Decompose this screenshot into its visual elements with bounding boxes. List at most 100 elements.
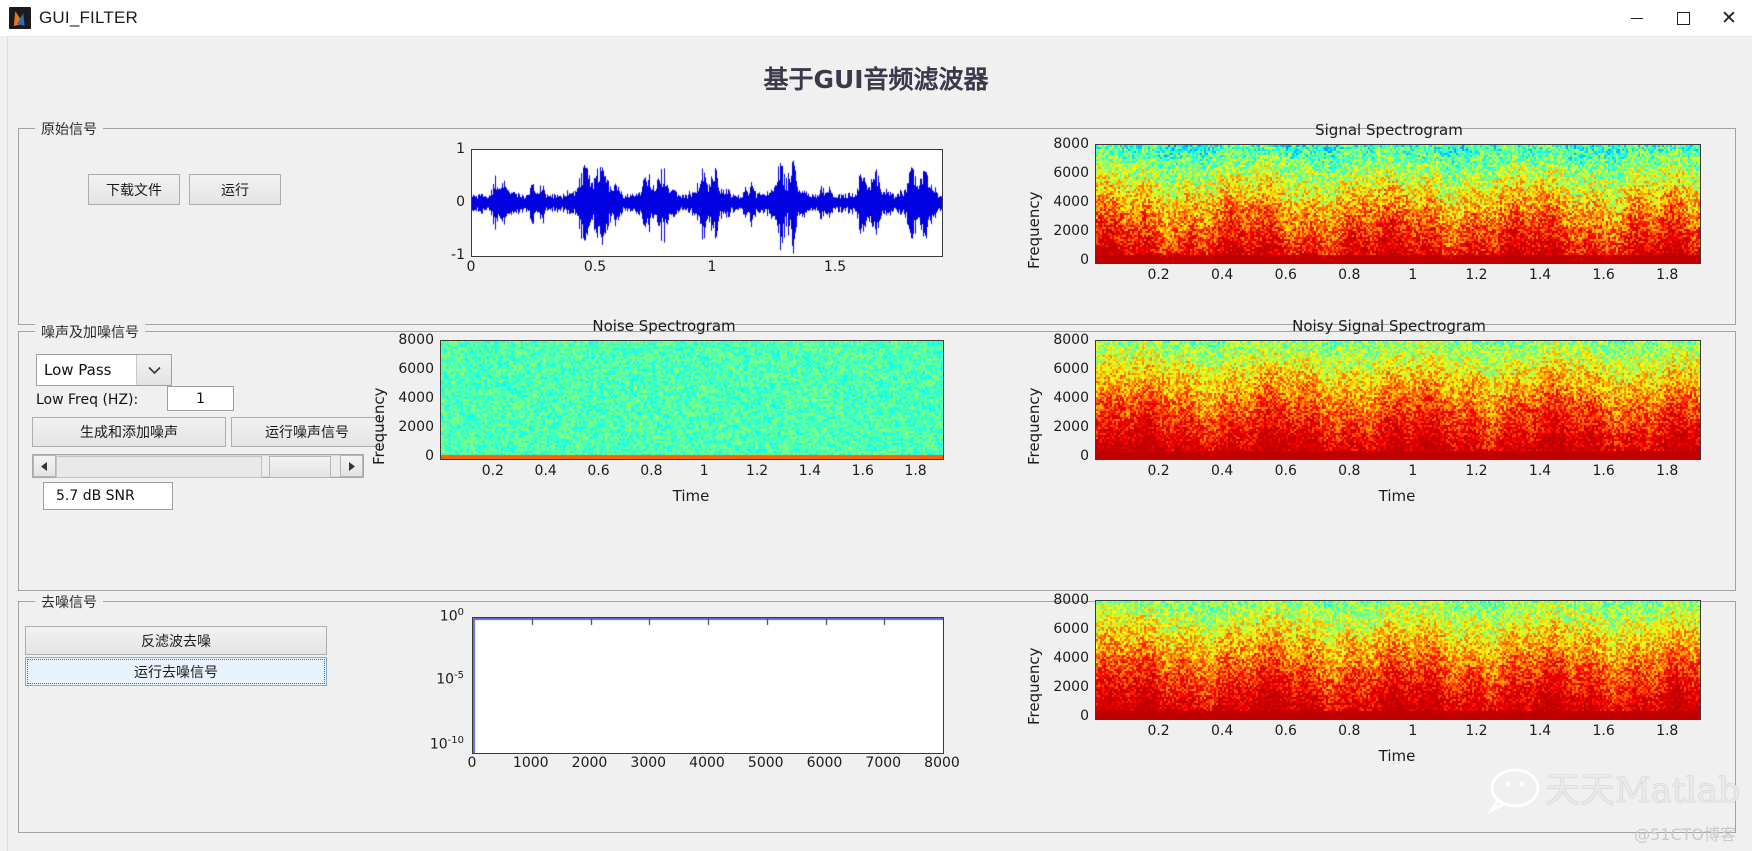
denoised-spec-xtick-1.2: 1.2 [1465,723,1488,739]
signal-spec-xtick-0.8: 0.8 [1338,267,1361,283]
noise-spec-xtick-1.6: 1.6 [851,463,874,479]
denoised-spec-xtick-0.8: 0.8 [1338,723,1361,739]
noise-spec-xtick-1.4: 1.4 [798,463,822,479]
waveform-xtick-05: 0.5 [583,259,607,275]
minimize-button[interactable] [1614,0,1660,36]
denoise-ytick-1e-5: 10-5 [436,670,464,688]
page-title: 基于GUI音频滤波器 [763,65,989,94]
brand-watermark: 天天Matlab [1545,771,1741,811]
slider-right-arrow-icon[interactable] [340,455,363,477]
window-title: GUI_FILTER [39,8,138,27]
generate-add-noise-button[interactable]: 生成和添加噪声 [32,417,226,447]
noisy-spec-ytick-2000: 2000 [1053,419,1089,435]
signal-spec-ytick-4000: 4000 [1053,194,1089,210]
filter-type-select[interactable]: Low Pass [36,354,172,386]
denoised-spec-xtick-1.6: 1.6 [1592,723,1615,739]
signal-spec-xtick-1: 1 [1408,267,1418,283]
noisy-signal-spectrogram-plot [1095,340,1701,460]
signal-spec-xtick-1.8: 1.8 [1656,267,1679,283]
signal-waveform-plot [471,149,943,257]
denoised-spec-ytick-2000: 2000 [1053,679,1089,695]
low-freq-input[interactable]: 1 [167,386,234,411]
signal-spec-xtick-0.6: 0.6 [1274,267,1297,283]
noise-spec-xtick-0.4: 0.4 [534,463,557,479]
denoise-xtick-6000: 6000 [806,755,843,771]
inverse-filter-denoise-button[interactable]: 反滤波去噪 [25,626,327,655]
waveform-ytick-0: 0 [456,194,465,210]
noisy-spec-xtick-0.4: 0.4 [1211,463,1234,479]
noisy-spec-xtick-0.2: 0.2 [1147,463,1170,479]
signal-spec-xtick-0.2: 0.2 [1147,267,1170,283]
noisy-spec-xtick-1: 1 [1408,463,1418,479]
noisy-spec-xtick-1.8: 1.8 [1656,463,1679,479]
denoise-magnitude-axes: 100 10-5 10-10 0 1000 2000 3000 4000 5000 6000… [419,557,979,787]
denoised-signal-spectrogram-axes: Frequency 8000 6000 4000 2000 0 0.2 0.4 0.… [1019,577,1719,792]
noisy-spec-ytick-0: 0 [1080,448,1089,464]
panel-original-signal-title: 原始信号 [35,119,103,139]
noise-spec-xtick-1.2: 1.2 [745,463,769,479]
noisy-spec-xtick-1.6: 1.6 [1592,463,1615,479]
denoise-xtick-5000: 5000 [747,755,784,771]
noisy-spec-xtick-0.8: 0.8 [1338,463,1361,479]
denoised-spec-xtick-1: 1 [1408,723,1418,739]
run-button[interactable]: 运行 [189,174,281,205]
snr-slider[interactable] [32,454,364,478]
panel-denoised-signal: 去噪信号 反滤波去噪 运行去噪信号 100 10-5 10-10 0 1000 20… [18,592,1736,833]
matlab-icon [9,7,31,29]
window-controls: ✕ [1614,0,1752,36]
signal-spec-xtick-1.4: 1.4 [1528,267,1552,283]
denoise-xtick-1000: 1000 [512,755,549,771]
run-noise-signal-button[interactable]: 运行噪声信号 [231,417,383,447]
waveform-xtick-0: 0 [466,259,476,275]
denoised-signal-spectrogram-plot [1095,600,1701,720]
denoised-spec-xtick-1.8: 1.8 [1656,723,1679,739]
denoise-xtick-2000: 2000 [571,755,608,771]
snr-value-display: 5.7 dB SNR [43,482,173,510]
noise-spectrogram-title: Noise Spectrogram [592,317,736,335]
window-left-edge [0,36,8,851]
chevron-down-icon [136,355,171,385]
denoise-xtick-0: 0 [467,755,477,771]
run-denoised-signal-button[interactable]: 运行去噪信号 [25,657,327,686]
noisy-spec-xtick-1.2: 1.2 [1465,463,1488,479]
filter-type-value: Low Pass [44,361,112,379]
signal-spec-xtick-0.4: 0.4 [1211,267,1234,283]
noisy-signal-spectrogram-axes: Noisy Signal Spectrogram Frequency 8000 … [1019,317,1719,562]
noise-spec-ytick-6000: 6000 [398,361,434,377]
waveform-xtick-15: 1.5 [823,259,847,275]
noise-spec-ytick-4000: 4000 [398,390,434,406]
noise-spectrogram-plot [440,340,944,460]
slider-left-arrow-icon[interactable] [33,455,56,477]
noise-spectrogram-xlabel: Time [672,487,710,505]
noisy-signal-spectrogram-title: Noisy Signal Spectrogram [1292,317,1486,335]
denoise-xtick-4000: 4000 [689,755,725,771]
noisy-spec-ytick-8000: 8000 [1053,332,1089,348]
signal-waveform-axes: 1 0 -1 0 0.5 1 1.5 [419,137,949,297]
title-bar: GUI_FILTER ✕ [0,0,1752,37]
matlab-gui-window: GUI_FILTER ✕ 基于GUI音频滤波器 原始信号 下载文件 运行 1 0… [0,0,1752,851]
slider-thumb[interactable] [269,456,331,478]
close-button[interactable]: ✕ [1706,0,1752,36]
denoised-spec-ytick-0: 0 [1080,708,1089,724]
signal-spec-ytick-8000: 8000 [1053,136,1089,152]
noisy-spec-ytick-6000: 6000 [1053,361,1089,377]
denoised-spec-ytick-8000: 8000 [1053,592,1089,608]
slider-trough[interactable] [56,455,340,478]
noise-spec-ytick-8000: 8000 [398,332,434,348]
signal-spectrogram-axes: Signal Spectrogram Frequency 8000 6000 4… [1019,121,1719,311]
noise-spec-xtick-1: 1 [699,463,709,479]
denoise-xtick-8000: 8000 [924,755,960,771]
waveform-xtick-1: 1 [707,259,717,275]
noise-spec-xtick-0.6: 0.6 [587,463,610,479]
noisy-spec-xtick-0.6: 0.6 [1274,463,1297,479]
wechat-logo-icon [1488,768,1546,814]
signal-spec-xtick-1.2: 1.2 [1465,267,1488,283]
waveform-ytick-1: 1 [456,141,465,157]
low-freq-label: Low Freq (HZ): [36,392,139,408]
maximize-button[interactable] [1660,0,1706,36]
slider-track-filled [56,456,263,478]
denoised-spec-ytick-4000: 4000 [1053,650,1089,666]
denoise-ytick-1: 100 [439,607,464,625]
download-file-button[interactable]: 下载文件 [88,174,180,205]
noise-spectrogram-axes: Noise Spectrogram Frequency 8000 6000 40… [364,317,964,562]
